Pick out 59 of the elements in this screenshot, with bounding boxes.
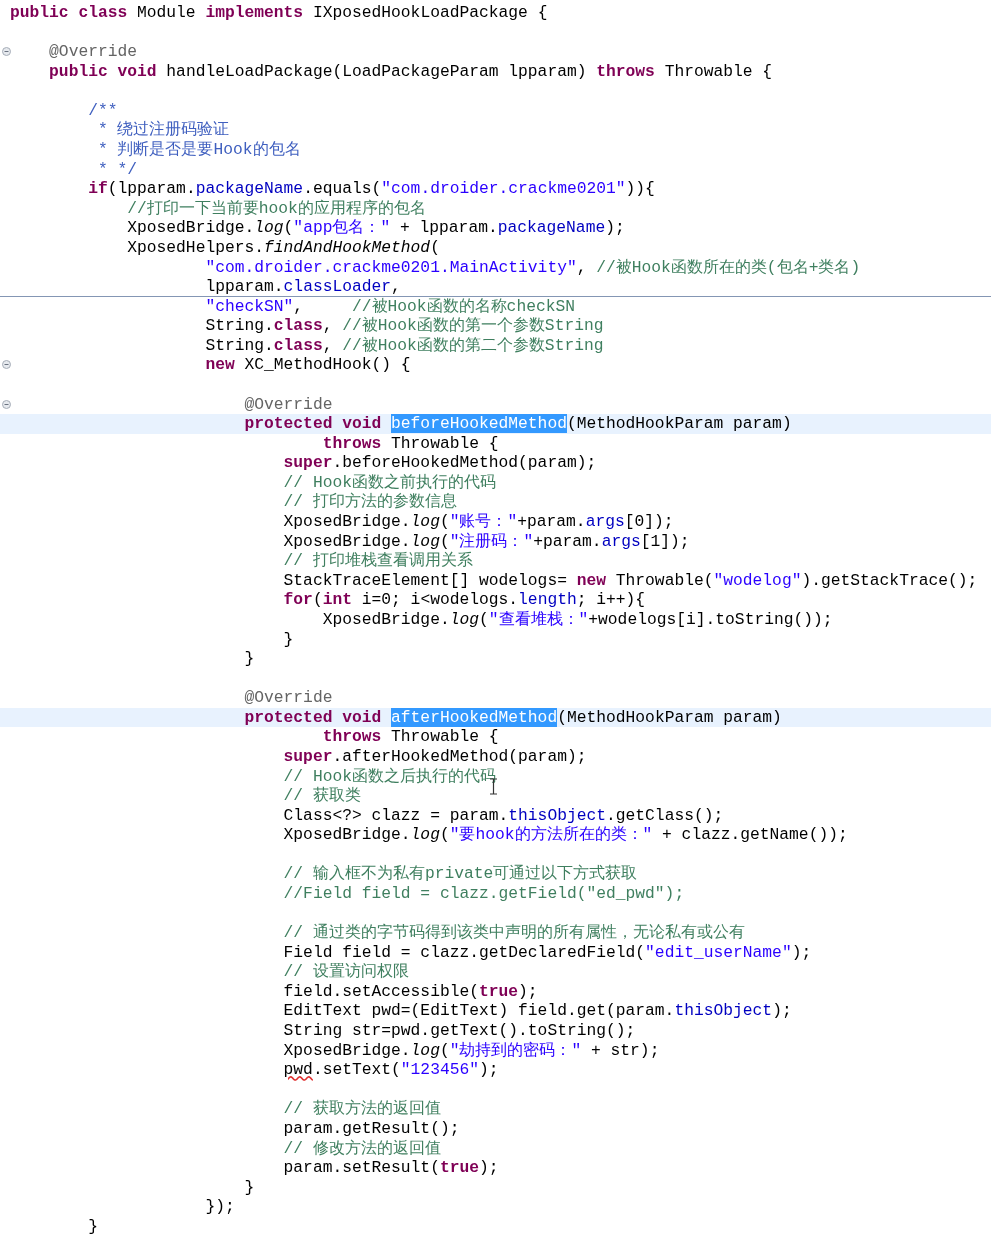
code-line: super.afterHookedMethod(param); bbox=[283, 746, 587, 766]
collapse-icon[interactable] bbox=[2, 399, 11, 409]
code-line: @Override bbox=[244, 688, 333, 708]
code-line: } bbox=[88, 1216, 98, 1236]
code-line: XposedBridge.log("查看堆栈："+wodelogs[i].toString()); bbox=[322, 609, 833, 629]
code-line: Field field = clazz.getDeclaredField("edit_userName"); bbox=[283, 942, 812, 962]
code-line: protected void beforeHookedMethod(MethodHookParam param) bbox=[244, 414, 792, 434]
code-line: "checkSN", //被Hook函数的名称checkSN bbox=[205, 296, 575, 316]
code-line: // 获取方法的返回值 bbox=[283, 1099, 441, 1119]
code-line: param.getResult(); bbox=[283, 1118, 460, 1138]
code-line: //打印一下当前要hook的应用程序的包名 bbox=[127, 198, 426, 218]
code-line: @Override bbox=[244, 394, 333, 414]
code-line: String.class, //被Hook函数的第一个参数String bbox=[205, 316, 604, 336]
code-line: * 判断是否是要Hook的包名 bbox=[97, 140, 301, 160]
collapse-icon[interactable] bbox=[2, 360, 11, 370]
code-line: // 通过类的字节码得到该类中声明的所有属性，无论私有或公有 bbox=[283, 923, 745, 943]
code-line: // 获取类 bbox=[283, 786, 361, 806]
code-line: public void handleLoadPackage(LoadPackageParam lpparam) throws Throwable { bbox=[49, 61, 773, 81]
code-line: for(int i=0; i<wodelogs.length; i++){ bbox=[283, 590, 646, 610]
code-line: /** bbox=[88, 100, 118, 120]
code-line: super.beforeHookedMethod(param); bbox=[283, 453, 597, 473]
code-line: // 打印堆栈查看调用关系 bbox=[283, 551, 473, 571]
code-line: throws Throwable { bbox=[322, 727, 499, 747]
code-line: EditText pwd=(EditText) field.get(param.thisObject); bbox=[283, 1001, 792, 1021]
code-line: pwd.setText("123456"); bbox=[283, 1060, 499, 1080]
code-line: throws Throwable { bbox=[322, 433, 499, 453]
code-line: // 输入框不为私有private可通过以下方式获取 bbox=[283, 864, 638, 884]
code-line: public class Module implements IXposedHookLoadPackage { bbox=[10, 3, 548, 22]
code-line: XposedBridge.log("要hook的方法所在的类：" + clazz.getName()); bbox=[283, 825, 848, 845]
collapse-icon[interactable] bbox=[2, 47, 11, 57]
code-line: param.setResult(true); bbox=[283, 1158, 499, 1178]
code-line: String.class, //被Hook函数的第二个参数String bbox=[205, 335, 604, 355]
code-line: } bbox=[244, 649, 255, 669]
code-line: //Field field = clazz.getField("ed_pwd"); bbox=[283, 884, 685, 903]
code-line: * */ bbox=[97, 159, 138, 179]
code-line: } bbox=[283, 629, 294, 649]
code-line: * 绕过注册码验证 bbox=[97, 120, 230, 140]
code-line: // Hook函数之前执行的代码 bbox=[283, 472, 496, 492]
code-line: XposedBridge.log("账号："+param.args[0]); bbox=[283, 512, 674, 532]
code-line: "com.droider.crackme0201.MainActivity", //被Hook函数所在的类(包名+类名) bbox=[205, 257, 861, 277]
code-line: }); bbox=[205, 1197, 235, 1217]
code-line: StackTraceElement[] wodelogs= new Throwable("wodelog").getStackTrace(); bbox=[283, 570, 978, 590]
code-line: // 打印方法的参数信息 bbox=[283, 492, 457, 512]
code-line: // 修改方法的返回值 bbox=[283, 1138, 441, 1158]
code-line: XposedBridge.log("app包名：" + lpparam.packageName); bbox=[127, 218, 625, 238]
code-line: XposedBridge.log("注册码："+param.args[1]); bbox=[283, 531, 690, 551]
code-line: if(lpparam.packageName.equals("com.droider.crackme0201")){ bbox=[88, 179, 655, 199]
code-line: XposedHelpers.findAndHookMethod( bbox=[127, 237, 440, 257]
code-line: field.setAccessible(true); bbox=[283, 981, 538, 1001]
code-line: @Override bbox=[49, 42, 138, 62]
code-line: new XC_MethodHook() { bbox=[205, 355, 411, 375]
code-line: lpparam.classLoader, bbox=[205, 277, 401, 297]
code-line: String str=pwd.getText().toString(); bbox=[283, 1021, 636, 1041]
code-line: // 设置访问权限 bbox=[283, 962, 409, 982]
code-line: XposedBridge.log("劫持到的密码：" + str); bbox=[283, 1040, 660, 1060]
code-line: // Hook函数之后执行的代码 bbox=[283, 766, 496, 786]
code-line: Class<?> clazz = param.thisObject.getClass(); bbox=[283, 805, 724, 825]
code-line: } bbox=[244, 1177, 255, 1197]
code-line: protected void afterHookedMethod(MethodHookParam param) bbox=[244, 707, 782, 727]
